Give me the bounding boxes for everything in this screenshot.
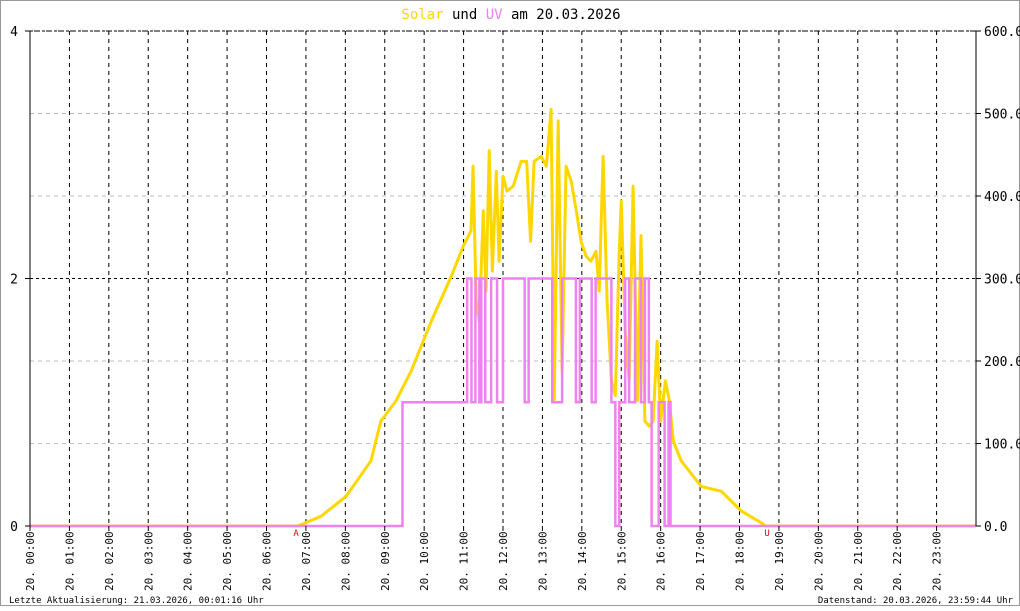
sunrise-marker: A (293, 529, 299, 539)
right-tick-label: 600.0 (984, 25, 1020, 40)
x-tick-label: 20. 19:00 (773, 531, 786, 591)
x-tick-label: 20. 14:00 (576, 531, 589, 591)
right-tick-label: 500.0 (984, 108, 1020, 123)
left-tick-label: 2 (10, 273, 18, 288)
x-tick-label: 20. 21:00 (852, 531, 865, 591)
left-tick-label: 4 (10, 25, 18, 40)
x-tick-label: 20. 00:00 (24, 531, 37, 591)
x-tick-label: 20. 15:00 (615, 531, 628, 591)
x-tick-label: 20. 11:00 (458, 531, 471, 591)
chart-frame: Solar und UV am 20.03.2026 0.0 100.0 200.0… (0, 0, 1020, 606)
title-date: am 20.03.2026 (503, 7, 621, 23)
x-tick-label: 20. 18:00 (734, 531, 747, 591)
data-status-text: Datenstand: 20.03.2026, 23:59:44 Uhr (818, 596, 1014, 606)
sunset-marker: U (764, 529, 769, 539)
title-und: und (444, 7, 486, 23)
x-tick-label: 20. 01:00 (63, 531, 76, 591)
right-tick-label: 0.0 (984, 520, 1007, 535)
x-tick-label: 20. 13:00 (536, 531, 549, 591)
x-tick-label: 20. 20:00 (812, 531, 825, 591)
x-tick-label: 20. 06:00 (261, 531, 274, 591)
x-tick-label: 20. 09:00 (379, 531, 392, 591)
right-tick-label: 100.0 (984, 438, 1020, 453)
x-tick-label: 20. 10:00 (418, 531, 431, 591)
x-tick-label: 20. 03:00 (142, 531, 155, 591)
x-tick-label: 20. 08:00 (339, 531, 352, 591)
title-uv: UV (486, 7, 503, 23)
solar-uv-chart: Solar und UV am 20.03.2026 0.0 100.0 200.0… (9, 7, 1020, 606)
x-tick-label: 20. 22:00 (891, 531, 904, 591)
x-tick-label: 20. 07:00 (300, 531, 313, 591)
right-tick-label: 300.0 (984, 273, 1020, 288)
title-solar: Solar (401, 7, 443, 23)
right-tick-label: 400.0 (984, 190, 1020, 205)
x-tick-label: 20. 05:00 (221, 531, 234, 591)
right-tick-label: 200.0 (984, 355, 1020, 370)
x-tick-label: 20. 23:00 (931, 531, 944, 591)
chart-title: Solar und UV am 20.03.2026 (401, 7, 620, 23)
x-tick-label: 20. 02:00 (103, 531, 116, 591)
left-tick-label: 0 (10, 520, 18, 535)
x-tick-label: 20. 04:00 (182, 531, 195, 591)
last-update-text: Letzte Aktualisierung: 21.03.2026, 00:01… (9, 596, 264, 606)
x-tick-label: 20. 12:00 (497, 531, 510, 591)
x-tick-label: 20. 17:00 (694, 531, 707, 591)
x-tick-label: 20. 16:00 (655, 531, 668, 591)
